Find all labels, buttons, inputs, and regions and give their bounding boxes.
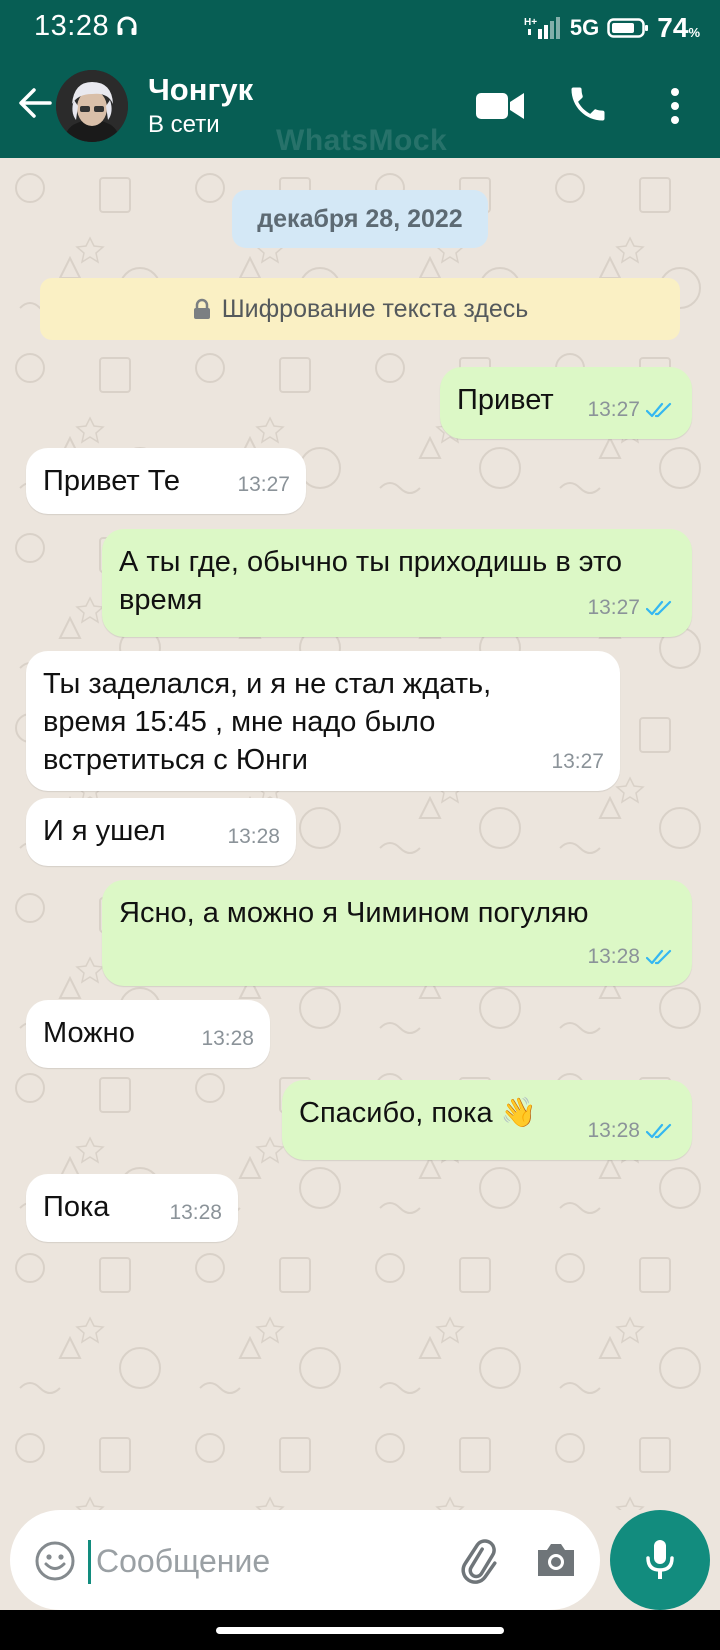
message-text: Ясно, а можно я Чимином погуляю <box>119 897 589 929</box>
camera-icon[interactable] <box>534 1540 578 1580</box>
message-bubble-outgoing[interactable]: А ты где, обычно ты приходишь в это врем… <box>102 529 692 637</box>
message-text: И я ушел <box>43 815 166 847</box>
home-indicator[interactable] <box>216 1627 504 1634</box>
status-bar: 13:28 H+ 5G 74% <box>0 0 720 54</box>
message-time: 13:27 <box>551 750 604 773</box>
watermark: WhatsMock <box>276 124 448 157</box>
contact-name[interactable]: Чонгук <box>148 72 253 108</box>
message-text: Ты заделался, и я не стал ждать, время 1… <box>43 668 492 776</box>
message-time: 13:27 <box>587 398 640 421</box>
message-text: Спасибо, пока 👋 <box>299 1097 537 1129</box>
signal-icon: H+ <box>524 17 560 39</box>
double-check-icon <box>646 600 672 616</box>
message-text: Можно <box>43 1017 135 1049</box>
status-time: 13:28 <box>34 10 110 42</box>
message-time: 13:28 <box>587 945 640 968</box>
avatar[interactable] <box>56 70 128 142</box>
battery-percent: 74% <box>657 12 700 43</box>
chat-area[interactable]: декабря 28, 2022 Шифрование текста здесь… <box>0 158 720 1510</box>
system-nav-bar <box>0 1610 720 1650</box>
message-bubble-incoming[interactable]: Пока 13:28 <box>26 1174 238 1242</box>
date-chip: декабря 28, 2022 <box>232 190 488 248</box>
message-text: Привет Те <box>43 465 180 497</box>
message-bubble-outgoing[interactable]: Ясно, а можно я Чимином погуляю 13:28 <box>102 880 692 986</box>
message-meta: 13:28 <box>587 938 676 976</box>
emoji-icon[interactable] <box>34 1540 76 1582</box>
contact-status: В сети <box>148 111 220 138</box>
paperclip-icon[interactable] <box>454 1536 502 1584</box>
headset-icon <box>117 16 137 35</box>
message-bubble-incoming[interactable]: Можно 13:28 <box>26 1000 270 1068</box>
phone-icon[interactable] <box>566 82 610 126</box>
battery-icon <box>607 18 649 38</box>
chat-header: 13:28 H+ 5G 74% Чонгук В сети WhatsMock <box>0 0 720 158</box>
message-meta: 13:28 <box>587 1112 676 1150</box>
back-arrow-icon[interactable] <box>14 82 56 124</box>
message-time: 13:28 <box>201 1027 254 1050</box>
network-label: 5G <box>569 15 600 40</box>
avatar-image <box>56 70 128 142</box>
message-bubble-outgoing[interactable]: Привет 13:27 <box>440 367 692 439</box>
svg-text:H+: H+ <box>524 17 537 28</box>
message-time: 13:28 <box>169 1201 222 1224</box>
status-icons: H+ 5G 74% <box>524 12 700 44</box>
message-text: Привет <box>457 384 554 416</box>
message-text: Пока <box>43 1191 110 1223</box>
double-check-icon <box>646 402 672 418</box>
message-bubble-incoming[interactable]: И я ушел 13:28 <box>26 798 296 866</box>
message-meta: 13:27 <box>587 391 676 429</box>
message-meta: 13:27 <box>551 743 604 781</box>
message-time: 13:27 <box>237 473 290 496</box>
lock-icon <box>193 298 210 319</box>
microphone-icon <box>646 1540 674 1579</box>
more-vert-icon[interactable] <box>664 86 686 126</box>
text-caret <box>88 1540 91 1584</box>
message-time: 13:27 <box>587 596 640 619</box>
message-meta: 13:28 <box>227 818 280 856</box>
video-camera-icon[interactable] <box>474 88 526 124</box>
message-composer <box>10 1510 600 1610</box>
message-bubble-incoming[interactable]: Ты заделался, и я не стал ждать, время 1… <box>26 651 620 791</box>
double-check-icon <box>646 1123 672 1139</box>
message-bubble-outgoing[interactable]: Спасибо, пока 👋 13:28 <box>282 1080 692 1160</box>
message-meta: 13:27 <box>587 589 676 627</box>
message-time: 13:28 <box>227 825 280 848</box>
message-meta: 13:28 <box>201 1020 254 1058</box>
mic-button[interactable] <box>610 1510 710 1610</box>
encryption-text: Шифрование текста здесь <box>221 294 529 323</box>
message-meta: 13:28 <box>169 1194 222 1232</box>
double-check-icon <box>646 949 672 965</box>
app-bar: Чонгук В сети WhatsMock <box>0 60 720 157</box>
encryption-banner[interactable]: Шифрование текста здесь <box>40 278 680 340</box>
message-input[interactable] <box>96 1532 426 1590</box>
message-meta: 13:27 <box>237 466 290 504</box>
message-bubble-incoming[interactable]: Привет Те 13:27 <box>26 448 306 514</box>
message-time: 13:28 <box>587 1119 640 1142</box>
message-text: А ты где, обычно ты приходишь в это врем… <box>119 546 623 616</box>
